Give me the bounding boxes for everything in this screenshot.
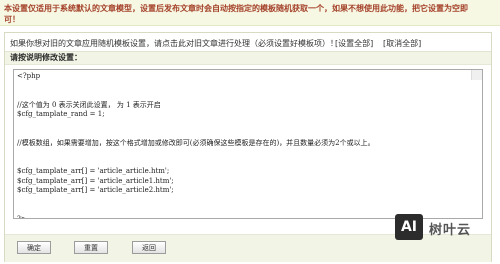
back-button[interactable]: 返回 (132, 241, 166, 254)
reset-button[interactable]: 重置 (74, 241, 108, 254)
notice-line-2: 可！ (4, 15, 20, 24)
notice-line-1: 本设置仅适用于系统默认的文章模型，设置后发布文章时会自动按指定的模板随机获取一个… (4, 4, 468, 13)
watermark-box: AI (395, 214, 423, 240)
code-line: //模板数组，如果需要增加，按这个格式增加或修改即可(必须确保这些模板是存在的)… (17, 138, 375, 147)
code-line: $cfg_tamplate_rand = 1; (17, 110, 105, 118)
code-line: $cfg_tamplate_arr[] = 'article_article2.… (17, 186, 174, 194)
watermark-text: 树叶云 (429, 223, 472, 238)
code-line: //这个值为 0 表示关闭此设置， 为 1 表示开启 (17, 100, 161, 109)
code-line: $cfg_tamplate_arr[] = 'article_article1.… (17, 176, 174, 185)
code-line: $cfg_tamplate_arr[] = 'article_article.h… (17, 167, 170, 175)
notice-banner: 本设置仅适用于系统默认的文章模型，设置后发布文章时会自动按指定的模板随机获取一个… (0, 0, 500, 26)
vertical-scrollbar[interactable] (471, 70, 482, 80)
config-code-textarea[interactable]: <?php//这个值为 0 表示关闭此设置， 为 1 表示开启 $cfg_tamp… (13, 69, 483, 219)
code-line: <?php (17, 72, 41, 80)
confirm-button[interactable]: 确定 (17, 241, 51, 254)
watermark-logo: AI 树叶云 (395, 214, 500, 246)
old-articles-instruction: 如果你想对旧的文章应用随机模板设置，请点击此对旧文章进行处理（必须设置好模板项）… (10, 39, 338, 48)
cancel-all-link[interactable]: [取消全部] (383, 38, 421, 50)
section-title: 请按说明修改设置： (5, 52, 491, 65)
set-all-link[interactable]: [设置全部] (335, 38, 373, 50)
old-articles-row: 如果你想对旧的文章应用随机模板设置，请点击此对旧文章进行处理（必须设置好模板项）… (10, 38, 486, 50)
